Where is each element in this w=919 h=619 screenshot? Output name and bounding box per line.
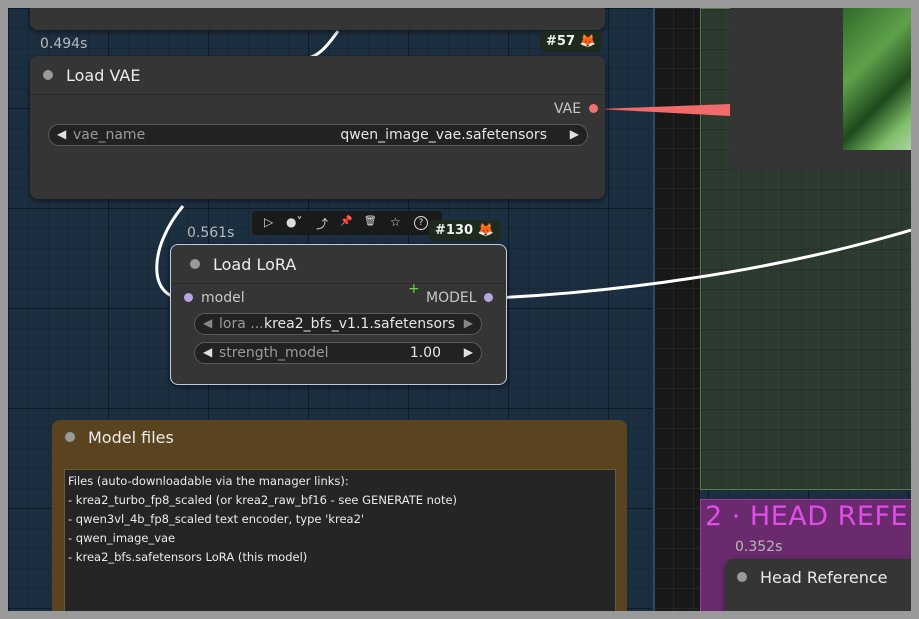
lora-prev-arrow[interactable]: ◀ bbox=[203, 316, 212, 330]
lora-node-title: Load LoRA bbox=[213, 255, 297, 274]
model-files-collapse-dot[interactable] bbox=[65, 432, 75, 442]
delete-icon[interactable]: 🗑 bbox=[364, 216, 377, 227]
strength-model-value: 1.00 bbox=[409, 345, 441, 361]
vae-name-combo[interactable]: ◀ vae_name qwen_image_vae.safetensors ▶ bbox=[48, 124, 588, 146]
lora-node-id-badge: #130 🦊 bbox=[429, 220, 500, 241]
model-files-line: - krea2_bfs.safetensors LoRA (this model… bbox=[68, 550, 308, 564]
model-files-line: - qwen_image_vae bbox=[68, 531, 176, 545]
lora-name-label: lora ... bbox=[219, 316, 264, 332]
help-icon[interactable]: ? bbox=[414, 216, 428, 230]
vae-node-title: Load VAE bbox=[66, 66, 141, 85]
link-model-output-wire bbox=[492, 228, 911, 300]
strength-decrement-arrow[interactable]: ◀ bbox=[203, 345, 212, 359]
vae-next-arrow[interactable]: ▶ bbox=[570, 127, 579, 141]
vae-name-label: vae_name bbox=[73, 127, 146, 143]
lora-name-combo[interactable]: ◀ lora ... krea2_bfs_v1.1.safetensors ▶ bbox=[194, 313, 482, 335]
strength-model-label: strength_model bbox=[219, 345, 329, 361]
lora-collapse-dot[interactable] bbox=[190, 259, 200, 269]
pin-icon[interactable]: 📌 bbox=[340, 216, 352, 227]
lora-next-arrow[interactable]: ▶ bbox=[464, 316, 473, 330]
lora-model-input-socket[interactable] bbox=[184, 293, 193, 302]
head-reference-node-title: Head Reference bbox=[760, 568, 888, 587]
head-reference-collapse-dot[interactable] bbox=[737, 572, 747, 582]
lora-model-input-label: model bbox=[201, 290, 245, 306]
vae-title-divider bbox=[30, 94, 605, 95]
vae-collapse-dot[interactable] bbox=[43, 70, 53, 80]
head-reference-group-title: 2 · HEAD REFE bbox=[705, 501, 909, 532]
vae-output-socket[interactable] bbox=[589, 104, 598, 113]
lora-exec-time: 0.561s bbox=[187, 225, 235, 241]
lora-model-output-label: MODEL bbox=[426, 290, 477, 306]
upper-node-stub[interactable] bbox=[30, 8, 605, 30]
bypass-icon[interactable]: ⤴ bbox=[316, 215, 328, 232]
strength-increment-arrow[interactable]: ▶ bbox=[464, 345, 473, 359]
vae-output-label: VAE bbox=[554, 101, 582, 117]
strength-model-slider[interactable]: ◀ strength_model 1.00 ▶ bbox=[194, 342, 482, 364]
model-files-line: - krea2_turbo_fp8_scaled (or krea2_raw_b… bbox=[68, 493, 458, 507]
vae-node-id-badge: #57 🦊 bbox=[540, 31, 602, 52]
link-vae-output-wire bbox=[598, 104, 730, 116]
vae-exec-time: 0.494s bbox=[40, 36, 88, 52]
star-icon[interactable]: ☆ bbox=[390, 215, 401, 229]
color-picker-icon[interactable]: ●˅ bbox=[286, 215, 302, 229]
lora-title-divider bbox=[171, 283, 506, 284]
model-files-line: Files (auto-downloadable via the manager… bbox=[68, 474, 349, 488]
run-icon[interactable]: ▷ bbox=[264, 215, 273, 229]
lora-name-value: krea2_bfs_v1.1.safetensors bbox=[264, 316, 456, 332]
cursor-crosshair-icon: + bbox=[408, 281, 420, 297]
link-top-wire bbox=[307, 30, 340, 60]
model-files-title: Model files bbox=[88, 428, 174, 447]
model-files-line: - qwen3vl_4b_fp8_scaled text encoder, ty… bbox=[68, 512, 365, 526]
vae-prev-arrow[interactable]: ◀ bbox=[57, 127, 66, 141]
node-canvas[interactable]: 0.494s #57 🦊 Load VAE VAE ◀ vae_name qwe… bbox=[8, 8, 911, 611]
lora-model-output-socket[interactable] bbox=[484, 293, 493, 302]
head-reference-exec-time: 0.352s bbox=[735, 539, 783, 555]
node-selection-toolbar: ▷ ●˅ ⤴ 📌 🗑 ☆ ? bbox=[252, 211, 442, 235]
vae-name-value: qwen_image_vae.safetensors bbox=[340, 127, 547, 143]
